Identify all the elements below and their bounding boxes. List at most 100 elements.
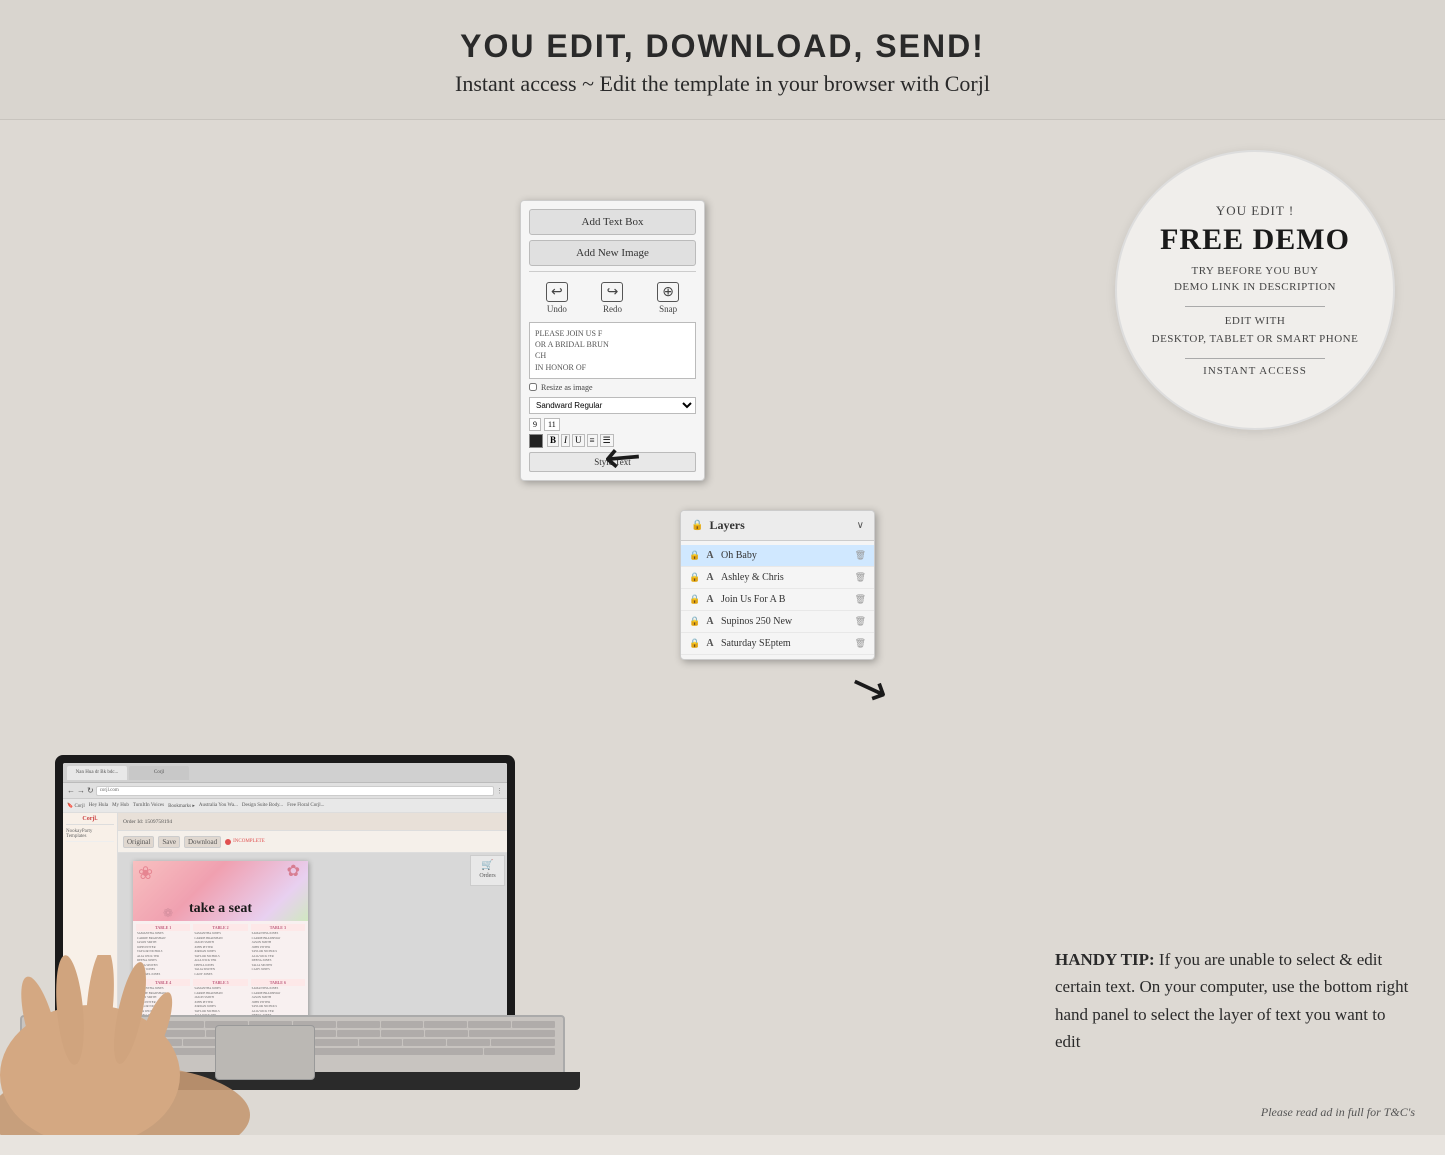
table-2-label: TABLE 2 — [193, 924, 247, 931]
layer-item-ashley-chris[interactable]: 🔒 A Ashley & Chris 🗑 — [681, 567, 874, 589]
undo-label: Undo — [547, 304, 567, 314]
key[interactable] — [403, 1039, 446, 1046]
font-size-field[interactable]: 9 — [529, 418, 541, 431]
layer-name-join-us: Join Us For A B — [721, 594, 850, 605]
free-demo-badge-container: YOU EDIT ! FREE DEMO TRY BEFORE YOU BUY … — [1115, 150, 1395, 460]
underline-button[interactable]: U — [572, 434, 585, 447]
handy-tip-label: HANDY TIP: — [1055, 950, 1155, 969]
badge-free-demo-text: FREE DEMO — [1160, 223, 1350, 257]
address-bar[interactable]: corjl.com — [96, 786, 494, 796]
arrow-2: ↙ — [842, 655, 896, 718]
layer-item-supinos[interactable]: 🔒 A Supinos 250 New 🗑 — [681, 611, 874, 633]
layer-item-oh-baby[interactable]: 🔒 A Oh Baby 🗑 — [681, 545, 874, 567]
layers-title-row: 🔒 Layers — [691, 518, 745, 533]
key[interactable] — [315, 1039, 358, 1046]
bookmark-aus[interactable]: Australia You Wa... — [199, 803, 238, 808]
bookmark-free[interactable]: Free Floral Corjl... — [287, 803, 324, 808]
layer-trash-icon[interactable]: 🗑 — [855, 616, 866, 627]
terms-text: Please read ad in full for T&C's — [1261, 1105, 1415, 1120]
resize-checkbox[interactable] — [529, 383, 537, 391]
key[interactable] — [337, 1030, 380, 1037]
layer-a-icon: A — [704, 550, 716, 561]
tool-save[interactable]: Save — [158, 836, 180, 848]
key[interactable] — [447, 1039, 490, 1046]
layer-lock-icon: 🔒 — [689, 550, 699, 561]
text-preview-area: PLEASE JOIN US F OR A BRIDAL BRUN CH IN … — [529, 322, 696, 379]
key[interactable] — [424, 1021, 467, 1028]
layer-lock-icon: 🔒 — [689, 594, 699, 605]
resize-checkbox-row: Resize as image — [529, 383, 696, 392]
bold-button[interactable]: B — [547, 434, 559, 447]
redo-icon-shape[interactable]: ↪ — [601, 282, 623, 302]
status-incomplete: INCOMPLETE — [225, 839, 265, 845]
undo-icon-shape[interactable]: ↩ — [546, 282, 568, 302]
browser-nav: ← → ↻ corjl.com ⋮ — [63, 783, 507, 799]
main-content: Nan Hua dr Bk bdc... Corjl ← → ↻ corjl.c… — [0, 120, 1445, 1135]
layers-panel: 🔒 Layers ∨ 🔒 A Oh Baby 🗑 🔒 A Ashley & Ch… — [680, 510, 875, 660]
main-title: YOU EDIT, DOWNLOAD, SEND! — [20, 28, 1425, 65]
hand-svg — [0, 955, 260, 1135]
font-select[interactable]: Sandward Regular — [529, 397, 696, 414]
key[interactable] — [381, 1030, 424, 1037]
hand-overlay — [0, 955, 260, 1135]
layer-item-join-us[interactable]: 🔒 A Join Us For A B 🗑 — [681, 589, 874, 611]
layer-a-icon: A — [704, 616, 716, 627]
corjl-logo: Corjl. — [66, 816, 114, 825]
tool-download[interactable]: Download — [184, 836, 221, 848]
layer-trash-icon[interactable]: 🗑 — [855, 638, 866, 649]
corjl-toolbar: Original Save Download INCOMPLETE — [118, 831, 507, 853]
bookmark-heyhula[interactable]: Hey Hula — [89, 803, 108, 808]
key[interactable] — [468, 1021, 511, 1028]
layer-a-icon: A — [704, 638, 716, 649]
italic-button[interactable]: I — [561, 434, 570, 447]
line-height-field[interactable]: 11 — [544, 418, 560, 431]
tool-original[interactable]: Original — [123, 836, 154, 848]
doc-floral-header: ❀ ✿ ❁ take a seat — [133, 861, 308, 921]
snap-icon-shape[interactable]: ⊕ — [657, 282, 679, 302]
layer-trash-icon[interactable]: 🗑 — [855, 550, 866, 561]
key-backspace[interactable] — [469, 1030, 555, 1037]
free-demo-badge: YOU EDIT ! FREE DEMO TRY BEFORE YOU BUY … — [1115, 150, 1395, 430]
refresh-button[interactable]: ↻ — [87, 786, 94, 795]
layers-title: Layers — [709, 518, 744, 533]
resize-label: Resize as image — [541, 383, 593, 392]
key[interactable] — [425, 1030, 468, 1037]
redo-control: ↪ Redo — [601, 282, 623, 314]
layer-lock-icon: 🔒 — [689, 638, 699, 649]
floral-right: ✿ — [287, 861, 300, 881]
back-button[interactable]: ← — [67, 786, 75, 795]
bookmark-myhub[interactable]: My Hub — [112, 803, 129, 808]
color-swatch[interactable] — [529, 434, 543, 448]
layer-name-saturday: Saturday SEptem — [721, 638, 850, 649]
key[interactable] — [359, 1039, 402, 1046]
layers-chevron-icon[interactable]: ∨ — [857, 520, 864, 531]
add-text-box-button[interactable]: Add Text Box — [529, 209, 696, 235]
key-return[interactable] — [491, 1039, 555, 1046]
layer-a-icon: A — [704, 594, 716, 605]
bookmark-design[interactable]: Design Suite Body... — [242, 803, 283, 808]
key[interactable] — [381, 1021, 424, 1028]
layer-trash-icon[interactable]: 🗑 — [855, 572, 866, 583]
browser-tab[interactable]: Corjl — [129, 766, 189, 780]
key[interactable] — [337, 1021, 380, 1028]
orders-label: Orders — [473, 873, 502, 879]
layers-lock-icon: 🔒 — [691, 520, 703, 531]
bookmark-turnitin[interactable]: TurnItIn Voices — [133, 803, 164, 808]
key-rshift[interactable] — [484, 1048, 555, 1055]
layer-lock-icon: 🔒 — [689, 572, 699, 583]
browser-tab-active[interactable]: Nan Hua dr Bk bdc... — [67, 766, 127, 780]
browser-bookmarks: 🔖 Corjl Hey Hula My Hub TurnItIn Voices … — [63, 799, 507, 813]
layer-trash-icon[interactable]: 🗑 — [855, 594, 866, 605]
align-left-button[interactable]: ≡ — [587, 434, 598, 447]
bookmark-corjl[interactable]: 🔖 Corjl — [67, 803, 85, 809]
key[interactable] — [512, 1021, 555, 1028]
add-new-image-button[interactable]: Add New Image — [529, 240, 696, 266]
browser-menu[interactable]: ⋮ — [496, 787, 503, 795]
orders-icon[interactable]: 🛒 — [473, 858, 502, 873]
bookmark-more[interactable]: Bookmarks ▸ — [168, 803, 195, 809]
forward-button[interactable]: → — [77, 786, 85, 795]
font-size-row: 9 11 — [529, 418, 696, 431]
layer-item-saturday[interactable]: 🔒 A Saturday SEptem 🗑 — [681, 633, 874, 655]
badge-edit-with-text: EDIT WITH DESKTOP, TABLET OR SMART PHONE — [1152, 313, 1359, 348]
table-3-label: TABLE 3 — [251, 924, 305, 931]
